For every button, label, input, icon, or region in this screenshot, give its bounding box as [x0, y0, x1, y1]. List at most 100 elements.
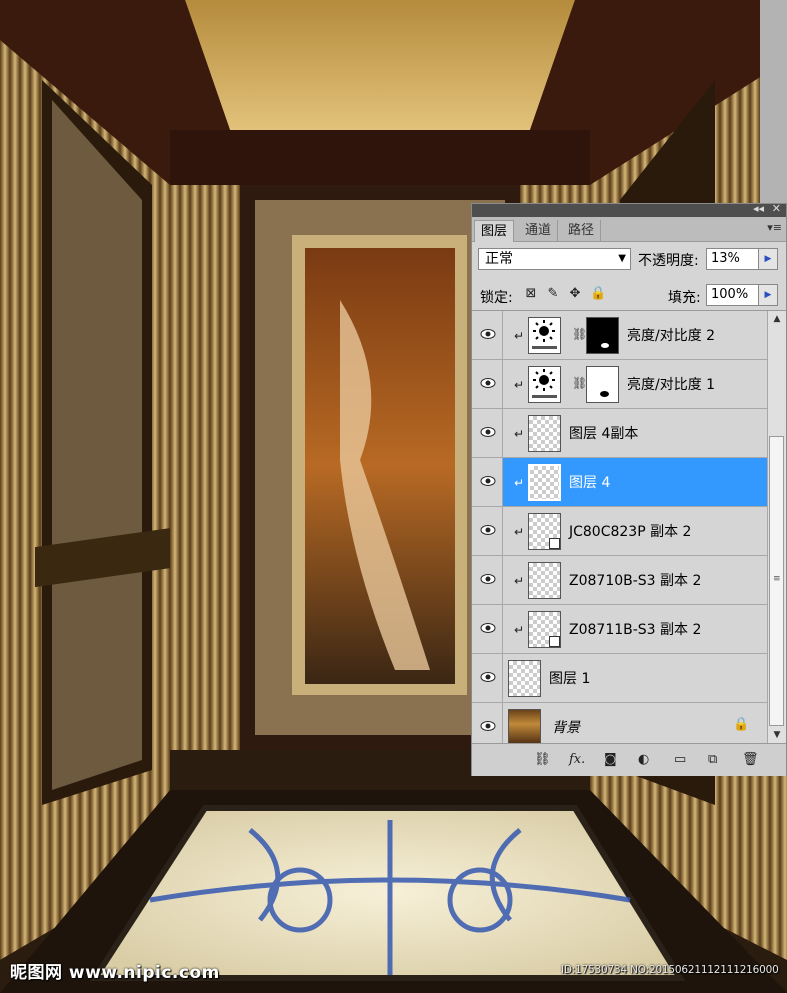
visibility-toggle[interactable] [472, 409, 503, 457]
clipping-arrow-icon: ↵ [514, 427, 525, 441]
layer-row-selected[interactable]: ↵ 图层 4 [472, 458, 767, 507]
eye-icon [480, 476, 496, 486]
collapse-icon[interactable]: ◂◂ [753, 202, 764, 215]
visibility-toggle[interactable] [472, 360, 503, 408]
layer-row[interactable]: ↵ Z08710B-S3 副本 2 [472, 556, 767, 605]
fill-arrow-button[interactable]: ▶ [758, 284, 778, 306]
layer-mask-thumbnail[interactable] [586, 366, 619, 403]
visibility-toggle[interactable] [472, 556, 503, 604]
watermark-logo: 昵图网 www.nipic.com [10, 963, 220, 983]
lock-transparent-icon[interactable]: ⊠ [524, 287, 538, 301]
adjustment-thumbnail [528, 366, 561, 403]
window-edge [760, 0, 787, 203]
layer-name: 图层 4副本 [569, 426, 639, 442]
layer-thumbnail [528, 611, 561, 648]
scroll-thumb[interactable]: ≡ [769, 436, 784, 726]
layer-row[interactable]: 图层 1 [472, 654, 767, 703]
layer-list-scrollbar[interactable]: ▲ ≡ ▼ [767, 311, 786, 743]
visibility-toggle[interactable] [472, 458, 503, 506]
eye-icon [480, 329, 496, 339]
lock-all-icon[interactable]: 🔒 [590, 287, 606, 301]
clipping-arrow-icon: ↵ [514, 574, 525, 588]
layer-thumbnail [528, 513, 561, 550]
eye-icon [480, 574, 496, 584]
clipping-arrow-icon: ↵ [514, 525, 525, 539]
smart-object-icon [549, 636, 560, 647]
layer-row[interactable]: ↵ Z08711B-S3 副本 2 [472, 605, 767, 654]
blend-mode-value: 正常 [485, 251, 513, 267]
adjustment-thumbnail [528, 317, 561, 354]
eye-icon [480, 721, 496, 731]
folder-icon[interactable]: ▭ [674, 752, 686, 767]
visibility-toggle[interactable] [472, 311, 503, 359]
layer-row[interactable]: ↵ 图层 4副本 [472, 409, 767, 458]
panel-menu-icon[interactable]: ▾≡ [767, 221, 782, 234]
blend-mode-select[interactable]: 正常 ▼ [478, 248, 631, 270]
adjustment-icon[interactable]: ◐ [638, 752, 649, 767]
clipping-arrow-icon: ↵ [514, 623, 525, 637]
mask-icon[interactable]: ◙ [604, 752, 617, 767]
panel-bottom-toolbar: ⛓ fx. ◙ ◐ ▭ ⧉ 🗑 [472, 743, 786, 776]
new-layer-icon[interactable]: ⧉ [708, 752, 717, 767]
layer-mask-thumbnail[interactable] [586, 317, 619, 354]
visibility-toggle[interactable] [472, 507, 503, 555]
grip-icon: ≡ [773, 574, 781, 584]
layer-thumbnail [528, 464, 561, 501]
layer-list: ↵ ⛓ 亮度/对比度 2 ↵ ⛓ 亮度/对比度 1 ↵ 图层 4副本 ↵ 图层 … [472, 311, 767, 743]
clipping-arrow-icon: ↵ [514, 329, 525, 343]
clipping-arrow-icon: ↵ [514, 378, 525, 392]
panel-titlebar[interactable]: ◂◂ ✕ [472, 202, 786, 217]
scroll-down-icon[interactable]: ▼ [768, 727, 786, 743]
opacity-label: 不透明度: [638, 253, 699, 269]
lock-icon: 🔒 [733, 717, 750, 732]
clipping-arrow-icon: ↵ [514, 476, 525, 490]
layer-name: 图层 1 [549, 671, 591, 687]
eye-icon [480, 525, 496, 535]
fill-label: 填充: [668, 290, 701, 306]
panel-tabs: 图层 通道 路径 ▾≡ [472, 217, 786, 242]
chain-link-icon[interactable]: ⛓ [572, 376, 587, 390]
close-icon[interactable]: ✕ [772, 202, 781, 215]
watermark-id: ID:17530734 NO:20150621112111216000 [561, 964, 779, 976]
layers-panel: ◂◂ ✕ 图层 通道 路径 ▾≡ 正常 ▼ 不透明度: 13% ▶ 锁定: ⊠ … [471, 202, 787, 776]
fx-icon[interactable]: fx. [569, 752, 585, 767]
layer-name: 背景 [552, 720, 580, 736]
background-thumbnail [508, 709, 541, 743]
layer-name: 亮度/对比度 1 [627, 377, 716, 393]
layer-thumbnail [528, 562, 561, 599]
opacity-field[interactable]: 13% [706, 248, 762, 270]
scroll-up-icon[interactable]: ▲ [768, 311, 786, 327]
lock-label: 锁定: [480, 290, 513, 306]
visibility-toggle[interactable] [472, 605, 503, 653]
layer-row[interactable]: ↵ ⛓ 亮度/对比度 2 [472, 311, 767, 360]
layer-name: Z08711B-S3 副本 2 [569, 622, 702, 638]
eye-icon [480, 672, 496, 682]
tab-layers[interactable]: 图层 [474, 220, 515, 242]
chevron-down-icon: ▼ [618, 253, 626, 264]
brightness-icon [532, 320, 557, 349]
eye-icon [480, 378, 496, 388]
eye-icon [480, 623, 496, 633]
layer-row[interactable]: 背景 🔒 [472, 703, 767, 743]
layer-name: Z08710B-S3 副本 2 [569, 573, 702, 589]
layer-name: 亮度/对比度 2 [627, 328, 716, 344]
trash-icon[interactable]: 🗑 [742, 752, 759, 767]
chain-link-icon[interactable]: ⛓ [572, 327, 587, 341]
opacity-arrow-button[interactable]: ▶ [758, 248, 778, 270]
layer-row[interactable]: ↵ JC80C823P 副本 2 [472, 507, 767, 556]
layer-name: JC80C823P 副本 2 [569, 524, 692, 540]
visibility-toggle[interactable] [472, 703, 503, 743]
link-icon[interactable]: ⛓ [534, 752, 551, 767]
lock-pixels-icon[interactable]: ✎ [546, 287, 560, 301]
smart-object-icon [549, 538, 560, 549]
layer-name: 图层 4 [569, 475, 611, 491]
tab-channels[interactable]: 通道 [519, 220, 559, 241]
layer-row[interactable]: ↵ ⛓ 亮度/对比度 1 [472, 360, 767, 409]
lock-position-icon[interactable]: ✥ [568, 287, 582, 301]
tab-paths[interactable]: 路径 [562, 220, 602, 241]
eye-icon [480, 427, 496, 437]
fill-field[interactable]: 100% [706, 284, 762, 306]
layer-thumbnail [528, 415, 561, 452]
layer-thumbnail [508, 660, 541, 697]
visibility-toggle[interactable] [472, 654, 503, 702]
